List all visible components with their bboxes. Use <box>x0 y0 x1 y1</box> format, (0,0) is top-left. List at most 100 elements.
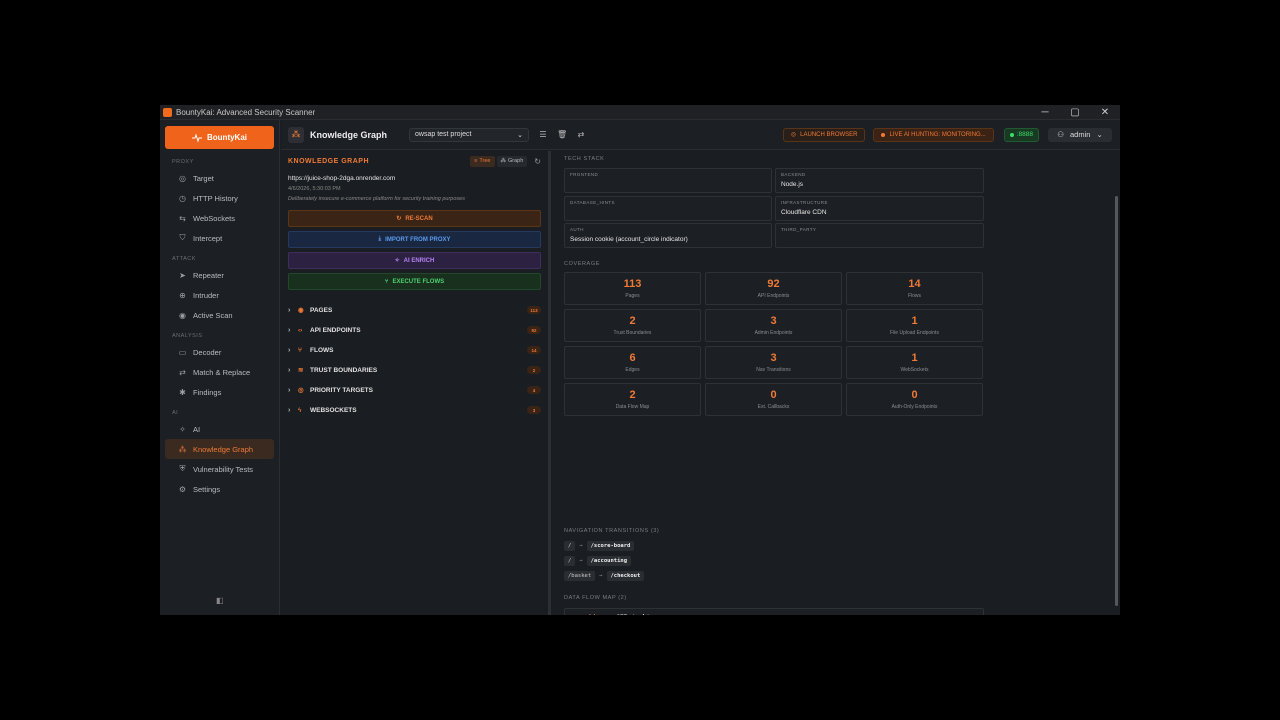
sidebar-item-http-history[interactable]: ◷ HTTP History <box>165 188 274 208</box>
launch-browser-label: LAUNCH BROWSER <box>800 131 858 138</box>
tree-node-websockets[interactable]: › ϟ WEBSOCKETS 3 <box>288 400 541 420</box>
refresh-icon[interactable]: ↻ <box>534 157 541 166</box>
flow-icon: ⑂ <box>298 346 302 354</box>
live-ai-hunting-button[interactable]: LIVE AI HUNTING: MONITORING... <box>873 127 994 142</box>
ai-enrich-button[interactable]: ✧ AI ENRICH <box>288 252 541 269</box>
sidebar-item-intercept[interactable]: ⛉ Intercept <box>165 228 274 248</box>
tech-key: BACKEND <box>781 172 806 177</box>
refresh-icon: ↻ <box>396 216 402 222</box>
top-bar: ⁂ Knowledge Graph owsap test project ⌄ ☰… <box>281 120 1120 150</box>
import-icon: ⤓ <box>378 236 382 242</box>
chevron-right-icon: › <box>288 406 291 414</box>
project-select[interactable]: owsap test project ⌄ <box>409 127 530 142</box>
sidebar-item-label: Intruder <box>193 290 219 300</box>
tree-list: › ◉ PAGES 113 › ‹› API ENDPOINTS 92 › ⑂ FLOWS 14 … <box>281 300 548 420</box>
coverage-count: 1 <box>911 352 918 364</box>
tree-node-trust-boundaries[interactable]: › ≋ TRUST BOUNDARIES 2 <box>288 360 541 380</box>
sidebar-item-websockets[interactable]: ⇆ WebSockets <box>165 208 274 228</box>
sidebar-item-intruder[interactable]: ⊕ Intruder <box>165 285 274 305</box>
sidebar-item-match-replace[interactable]: ⇄ Match & Replace <box>165 362 274 382</box>
crosshair-icon: ⊕ <box>179 290 186 300</box>
trash-icon[interactable]: 🗑 <box>557 130 567 139</box>
nav-from: / <box>564 541 576 551</box>
import-from-proxy-button[interactable]: ⤓ IMPORT FROM PROXY <box>288 231 541 248</box>
title-bar: BountyKai: Advanced Security Scanner ─ ▢… <box>160 105 1120 120</box>
swap-icon[interactable]: ⇄ <box>576 130 586 139</box>
sidebar-item-decoder[interactable]: ▭ Decoder <box>165 342 274 362</box>
tech-key: FRONTEND <box>570 172 599 177</box>
sidebar-item-label: WebSockets <box>193 213 235 223</box>
tree-node-label: FLOWS <box>310 346 334 354</box>
sidebar-item-knowledge-graph[interactable]: ⁂ Knowledge Graph <box>165 439 274 459</box>
database-icon[interactable]: ☰ <box>538 130 548 139</box>
launch-browser-button[interactable]: ◎ LAUNCH BROWSER <box>782 127 866 142</box>
rescan-button[interactable]: ↻ RE-SCAN <box>288 210 541 227</box>
sidebar-item-active-scan[interactable]: ◉ Active Scan <box>165 305 274 325</box>
status-dot-icon <box>881 132 886 137</box>
tech-key: AUTH <box>570 227 584 232</box>
coverage-card: 113 Pages <box>564 272 701 305</box>
sidebar-item-label: Knowledge Graph <box>193 444 254 454</box>
close-button[interactable]: ✕ <box>1090 107 1120 118</box>
coverage-card: 0 Ext. Callbacks <box>705 383 842 416</box>
coverage-count: 92 <box>767 278 780 290</box>
tree-node-label: API ENDPOINTS <box>310 326 361 334</box>
code-icon: ‹› <box>298 326 303 334</box>
tree-view-button[interactable]: ≡ Tree <box>470 155 495 167</box>
tech-card-database-hints: DATABASE_HINTS <box>564 196 772 221</box>
user-menu-button[interactable]: ⚇ admin ⌄ <box>1048 127 1112 142</box>
pulse-icon <box>192 132 202 143</box>
data-flow-param: user_id <box>570 614 595 615</box>
minimize-button[interactable]: ─ <box>1030 107 1060 118</box>
tech-value: Cloudflare CDN <box>781 209 827 216</box>
nav-transition-row: / →/accounting <box>564 555 632 567</box>
data-flow-heading: DATA FLOW MAP (2) <box>564 595 627 601</box>
ai-enrich-label: AI ENRICH <box>403 257 435 264</box>
sidebar-collapse-icon[interactable]: ◧ <box>216 596 224 605</box>
coverage-label: Nav Transitions <box>756 367 791 373</box>
brand-button[interactable]: BountyKai <box>165 126 274 149</box>
nav-from: / <box>564 556 576 566</box>
coverage-count: 0 <box>911 389 918 401</box>
sidebar-item-label: Decoder <box>193 347 222 357</box>
sidebar-item-target[interactable]: ◎ Target <box>165 168 274 188</box>
tree-node-priority-targets[interactable]: › ◎ PRIORITY TARGETS 4 <box>288 380 541 400</box>
chevron-right-icon: › <box>288 366 291 374</box>
tree-node-label: PAGES <box>310 306 333 314</box>
sparkle-icon: ✧ <box>394 258 400 264</box>
count-badge: 4 <box>527 386 541 394</box>
graph-view-button[interactable]: ⁂ Graph <box>496 155 528 167</box>
coverage-label: Data Flow Map <box>615 404 650 410</box>
sidebar-item-vulnerability-tests[interactable]: ⛨ Vulnerability Tests <box>165 459 274 479</box>
target-url: https://juice-shop-2dga.onrender.com <box>288 175 396 182</box>
bug-icon: ✱ <box>179 387 186 397</box>
scrollbar[interactable] <box>1115 196 1118 606</box>
coverage-count: 6 <box>629 352 636 364</box>
nav-transition-row: / →/score-board <box>564 540 635 552</box>
execute-flows-button[interactable]: ⑂ EXECUTE FLOWS <box>288 273 541 290</box>
coverage-label: File Upload Endpoints <box>890 330 939 336</box>
live-ai-hunting-label: LIVE AI HUNTING: MONITORING... <box>889 131 986 138</box>
user-name: admin <box>1070 130 1091 139</box>
flow-icon: ⑂ <box>384 278 389 285</box>
sidebar-item-settings[interactable]: ⚙ Settings <box>165 479 274 499</box>
coverage-count: 113 <box>623 278 642 290</box>
coverage-label: Auth-Only Endpoints <box>891 404 938 410</box>
coverage-card: 14 Flows <box>846 272 983 305</box>
coverage-label: API Endpoints <box>757 293 790 299</box>
coverage-card: 2 Trust Boundaries <box>564 309 701 342</box>
chevron-right-icon: › <box>288 346 291 354</box>
tree-node-pages[interactable]: › ◉ PAGES 113 <box>288 300 541 320</box>
list-icon: ≡ <box>474 158 478 164</box>
sidebar-item-findings[interactable]: ✱ Findings <box>165 382 274 402</box>
tree-node-api-endpoints[interactable]: › ‹› API ENDPOINTS 92 <box>288 320 541 340</box>
maximize-button[interactable]: ▢ <box>1060 107 1090 118</box>
tech-key: DATABASE_HINTS <box>570 200 615 205</box>
user-icon: ⚇ <box>1057 130 1064 139</box>
sidebar-item-repeater[interactable]: ➤ Repeater <box>165 265 274 285</box>
chevron-right-icon: › <box>288 386 291 394</box>
tree-node-flows[interactable]: › ⑂ FLOWS 14 <box>288 340 541 360</box>
sidebar-item-ai[interactable]: ✧ AI <box>165 419 274 439</box>
section-attack: ATTACK <box>172 256 196 262</box>
chevron-right-icon: › <box>288 326 291 334</box>
